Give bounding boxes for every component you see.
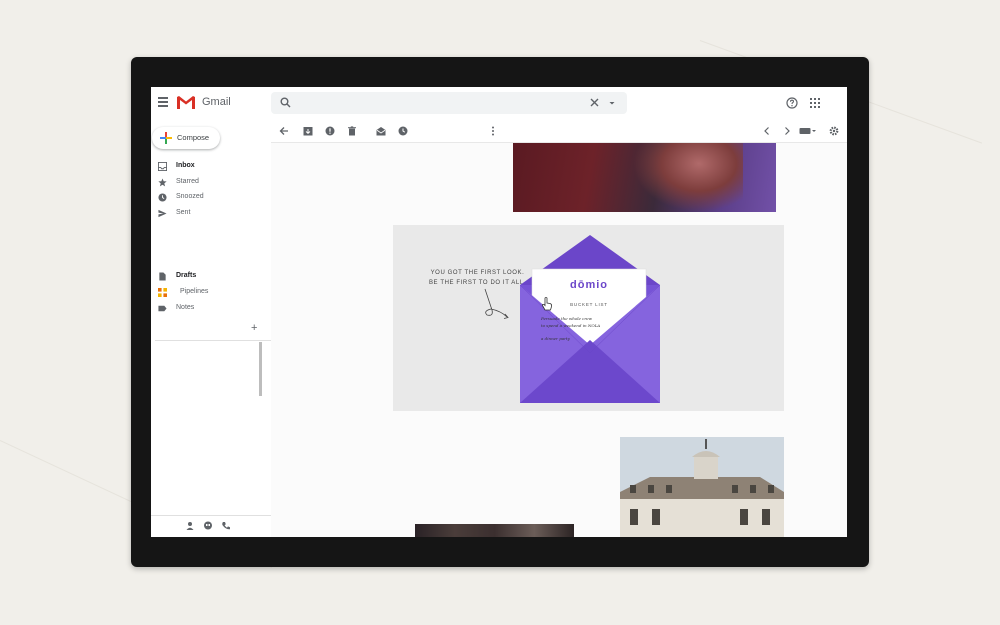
email-body: YOU GOT THE FIRST LOOK. BE THE FIRST TO … — [271, 143, 847, 537]
sidebar-item-starred[interactable]: Starred — [151, 176, 271, 190]
divider — [155, 340, 271, 341]
sidebar-item-label: Sent — [176, 209, 191, 216]
message-toolbar — [271, 120, 847, 143]
gear-icon[interactable] — [829, 126, 839, 136]
building-photo — [620, 437, 784, 537]
person-icon[interactable] — [185, 521, 195, 531]
sidebar-item-label: Pipelines — [180, 288, 209, 295]
report-spam-icon[interactable] — [325, 126, 335, 136]
card-title: BUCKET LIST — [570, 302, 608, 307]
sidebar-item-drafts[interactable]: Drafts — [151, 270, 271, 284]
promo-banner: YOU GOT THE FIRST LOOK. BE THE FIRST TO … — [393, 225, 784, 411]
sidebar-item-pipelines[interactable]: Pipelines — [151, 286, 271, 300]
send-icon — [158, 209, 167, 218]
compose-button[interactable]: Compose — [152, 127, 220, 149]
add-label-button[interactable]: + — [251, 323, 257, 334]
inbox-icon — [158, 162, 167, 171]
sidebar-item-label: Drafts — [176, 272, 197, 279]
pipelines-icon — [158, 288, 167, 297]
label-icon — [158, 305, 167, 312]
sidebar-item-inbox[interactable]: Inbox — [151, 160, 271, 174]
email-photo — [415, 524, 574, 537]
more-vert-icon[interactable] — [488, 126, 498, 136]
archive-icon[interactable] — [303, 126, 313, 136]
menu-icon[interactable] — [158, 97, 168, 107]
mark-unread-icon[interactable] — [376, 126, 386, 136]
card-list-item: to spend a weekend in NOLA — [541, 323, 601, 328]
keyboard-icon[interactable] — [799, 126, 817, 136]
brand-logo: dōmio — [570, 279, 608, 291]
sidebar-item-snoozed[interactable]: Snoozed — [151, 191, 271, 205]
delete-icon[interactable] — [347, 126, 357, 136]
phone-icon[interactable] — [221, 521, 231, 531]
app-name: Gmail — [202, 96, 231, 108]
sidebar: Gmail Compose Inbox Starred Snoozed Sent — [151, 87, 271, 537]
card-list-item: Persuade the whole crew — [541, 316, 593, 321]
email-photo — [513, 143, 776, 212]
sidebar-scrollbar[interactable] — [259, 342, 262, 396]
plus-icon — [160, 132, 172, 144]
card-list-item: a dinner party — [541, 336, 570, 341]
snooze-icon[interactable] — [398, 126, 408, 136]
help-icon[interactable] — [786, 97, 798, 109]
hangouts-bar — [151, 515, 271, 537]
hangouts-icon[interactable] — [203, 521, 213, 531]
search-input[interactable] — [299, 95, 583, 113]
sidebar-item-label: Starred — [176, 178, 199, 185]
sidebar-item-label: Notes — [176, 304, 195, 311]
chevron-left-icon[interactable] — [762, 126, 772, 136]
sidebar-item-sent[interactable]: Sent — [151, 207, 271, 221]
sidebar-item-notes[interactable]: Notes — [151, 302, 271, 316]
file-icon — [159, 272, 166, 281]
curly-arrow-icon — [484, 288, 509, 319]
compose-label: Compose — [177, 133, 210, 142]
building-drawing — [620, 437, 784, 537]
apps-grid-icon[interactable] — [810, 98, 820, 108]
close-icon[interactable] — [589, 97, 600, 108]
search-bar — [271, 92, 627, 114]
hand-cursor-icon — [542, 297, 552, 311]
clock-icon — [158, 193, 167, 202]
sidebar-item-label: Inbox — [176, 162, 195, 169]
star-icon — [158, 178, 167, 187]
card-list: Persuade the whole crew to spend a weeke… — [541, 315, 637, 342]
chevron-right-icon[interactable] — [782, 126, 792, 136]
gmail-screen: Gmail Compose Inbox Starred Snoozed Sent — [151, 87, 847, 537]
back-arrow-icon[interactable] — [279, 126, 289, 136]
chevron-down-icon[interactable] — [608, 99, 616, 107]
sidebar-item-label: Snoozed — [176, 193, 204, 200]
gmail-logo-icon — [177, 96, 195, 109]
search-icon[interactable] — [280, 97, 291, 108]
